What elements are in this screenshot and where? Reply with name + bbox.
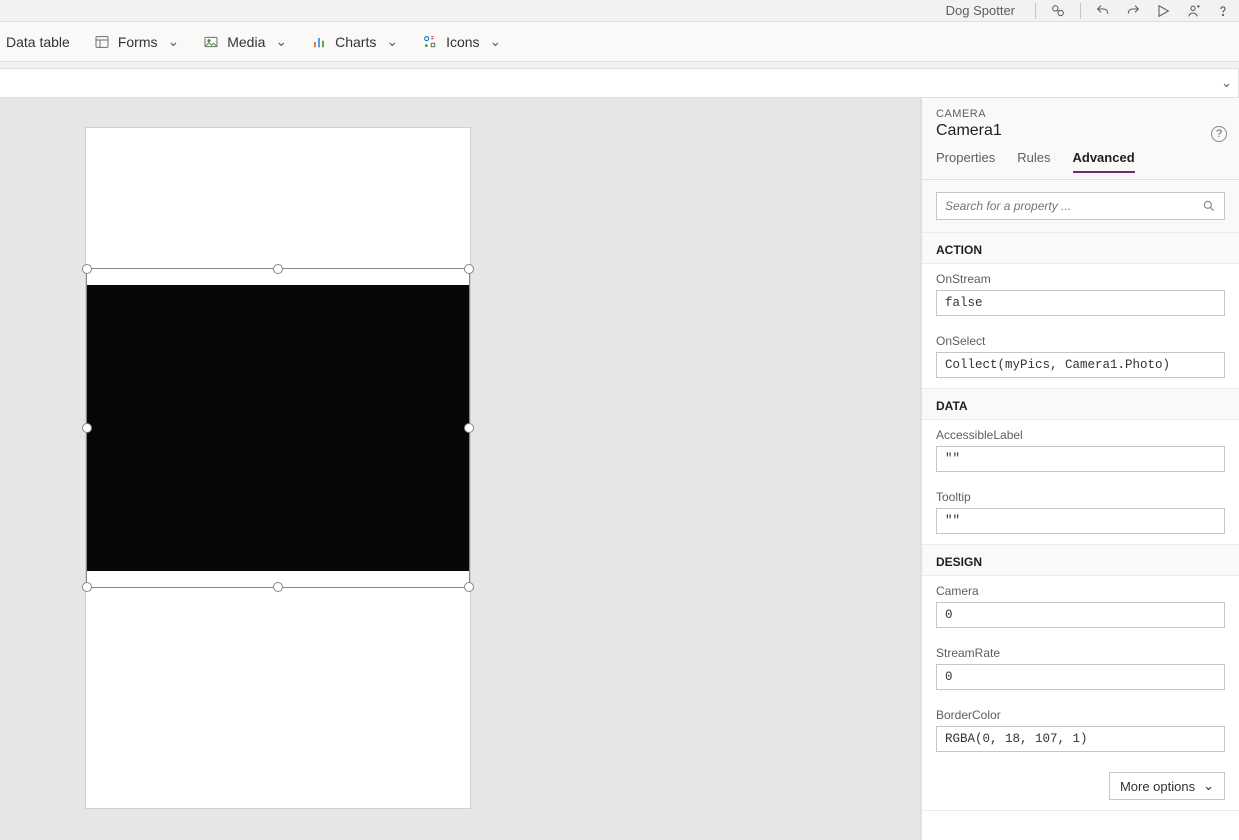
title-bar: Dog Spotter xyxy=(0,0,1239,22)
properties-pane: CAMERA Camera1 ? Properties Rules Advanc… xyxy=(921,98,1239,840)
chevron-down-icon: ⌄ xyxy=(386,33,398,50)
prop-streamrate: StreamRate xyxy=(922,638,1239,700)
ribbon-forms[interactable]: Forms ⌄ xyxy=(94,33,179,50)
more-options-label: More options xyxy=(1120,779,1195,794)
ribbon-icons-label: Icons xyxy=(446,34,479,50)
search-icon xyxy=(1202,199,1216,213)
property-search-box[interactable] xyxy=(936,192,1225,220)
property-search-input[interactable] xyxy=(945,199,1202,213)
charts-icon xyxy=(311,34,327,50)
forms-icon xyxy=(94,34,110,50)
media-icon xyxy=(203,34,219,50)
ribbon-charts[interactable]: Charts ⌄ xyxy=(311,33,398,50)
prop-camera-label: Camera xyxy=(936,584,1225,598)
separator xyxy=(1080,3,1081,19)
separator xyxy=(1035,3,1036,19)
app-checker-icon[interactable] xyxy=(1050,3,1066,19)
control-type-label: CAMERA xyxy=(936,108,1225,120)
ribbon-data-table[interactable]: Data table xyxy=(6,34,70,50)
prop-streamrate-input[interactable] xyxy=(936,664,1225,690)
share-icon[interactable] xyxy=(1185,3,1201,19)
properties-tabs: Properties Rules Advanced xyxy=(936,150,1225,173)
prop-onselect-label: OnSelect xyxy=(936,334,1225,348)
section-data-title: DATA xyxy=(922,389,1239,420)
section-design-title: DESIGN xyxy=(922,545,1239,576)
icons-icon xyxy=(422,34,438,50)
camera-control-selected[interactable] xyxy=(86,268,470,588)
ribbon-media[interactable]: Media ⌄ xyxy=(203,33,287,50)
resize-handle-middle-right[interactable] xyxy=(464,423,474,433)
formula-bar[interactable]: ⌄ xyxy=(0,68,1239,98)
property-search-row xyxy=(922,180,1239,233)
control-name-label[interactable]: Camera1 xyxy=(936,122,1225,140)
section-design: DESIGN Camera StreamRate BorderColor Mor… xyxy=(922,545,1239,811)
chevron-down-icon: ⌄ xyxy=(490,33,502,50)
ribbon-icons[interactable]: Icons ⌄ xyxy=(422,33,501,50)
resize-handle-middle-left[interactable] xyxy=(82,423,92,433)
app-name-label: Dog Spotter xyxy=(946,3,1015,18)
resize-handle-top-left[interactable] xyxy=(82,264,92,274)
resize-handle-bottom-center[interactable] xyxy=(273,582,283,592)
prop-camera-input[interactable] xyxy=(936,602,1225,628)
prop-onstream: OnStream xyxy=(922,264,1239,326)
prop-onselect: OnSelect xyxy=(922,326,1239,388)
prop-bordercolor: BorderColor xyxy=(922,700,1239,762)
prop-onselect-input[interactable] xyxy=(936,352,1225,378)
resize-handle-top-center[interactable] xyxy=(273,264,283,274)
prop-bordercolor-input[interactable] xyxy=(936,726,1225,752)
chevron-down-icon: ⌄ xyxy=(1203,778,1214,794)
prop-onstream-label: OnStream xyxy=(936,272,1225,286)
chevron-down-icon: ⌄ xyxy=(275,33,287,50)
tab-advanced[interactable]: Advanced xyxy=(1073,150,1135,173)
resize-handle-bottom-left[interactable] xyxy=(82,582,92,592)
resize-handle-bottom-right[interactable] xyxy=(464,582,474,592)
prop-accessiblelabel-input[interactable] xyxy=(936,446,1225,472)
prop-camera: Camera xyxy=(922,576,1239,638)
prop-accessiblelabel-label: AccessibleLabel xyxy=(936,428,1225,442)
prop-tooltip-label: Tooltip xyxy=(936,490,1225,504)
section-data: DATA AccessibleLabel Tooltip xyxy=(922,389,1239,545)
properties-body: ACTION OnStream OnSelect DATA Accessible… xyxy=(922,180,1239,840)
properties-header: CAMERA Camera1 ? Properties Rules Advanc… xyxy=(922,98,1239,180)
prop-onstream-input[interactable] xyxy=(936,290,1225,316)
chevron-down-icon: ⌄ xyxy=(168,33,180,50)
formula-bar-container: ⌄ xyxy=(0,62,1239,98)
tab-properties[interactable]: Properties xyxy=(936,150,995,173)
undo-icon[interactable] xyxy=(1095,3,1111,19)
ribbon-media-label: Media xyxy=(227,34,265,50)
main-area: CAMERA Camera1 ? Properties Rules Advanc… xyxy=(0,98,1239,840)
ribbon-forms-label: Forms xyxy=(118,34,158,50)
help-icon[interactable] xyxy=(1215,3,1231,19)
prop-accessiblelabel: AccessibleLabel xyxy=(922,420,1239,482)
preview-play-icon[interactable] xyxy=(1155,3,1171,19)
prop-bordercolor-label: BorderColor xyxy=(936,708,1225,722)
prop-tooltip: Tooltip xyxy=(922,482,1239,544)
formula-expand-chevron-icon[interactable]: ⌄ xyxy=(1221,75,1232,91)
canvas[interactable] xyxy=(0,98,921,840)
more-options-button[interactable]: More options ⌄ xyxy=(1109,772,1225,800)
insert-ribbon: Data table Forms ⌄ Media ⌄ Charts ⌄ Icon… xyxy=(0,22,1239,62)
ribbon-charts-label: Charts xyxy=(335,34,376,50)
ribbon-data-table-label: Data table xyxy=(6,34,70,50)
tab-rules[interactable]: Rules xyxy=(1017,150,1050,173)
prop-tooltip-input[interactable] xyxy=(936,508,1225,534)
prop-streamrate-label: StreamRate xyxy=(936,646,1225,660)
section-action: ACTION OnStream OnSelect xyxy=(922,233,1239,389)
pane-help-icon[interactable]: ? xyxy=(1211,126,1227,142)
section-action-title: ACTION xyxy=(922,233,1239,264)
redo-icon[interactable] xyxy=(1125,3,1141,19)
resize-handle-top-right[interactable] xyxy=(464,264,474,274)
camera-preview[interactable] xyxy=(87,285,469,571)
more-options-row: More options ⌄ xyxy=(922,762,1239,810)
